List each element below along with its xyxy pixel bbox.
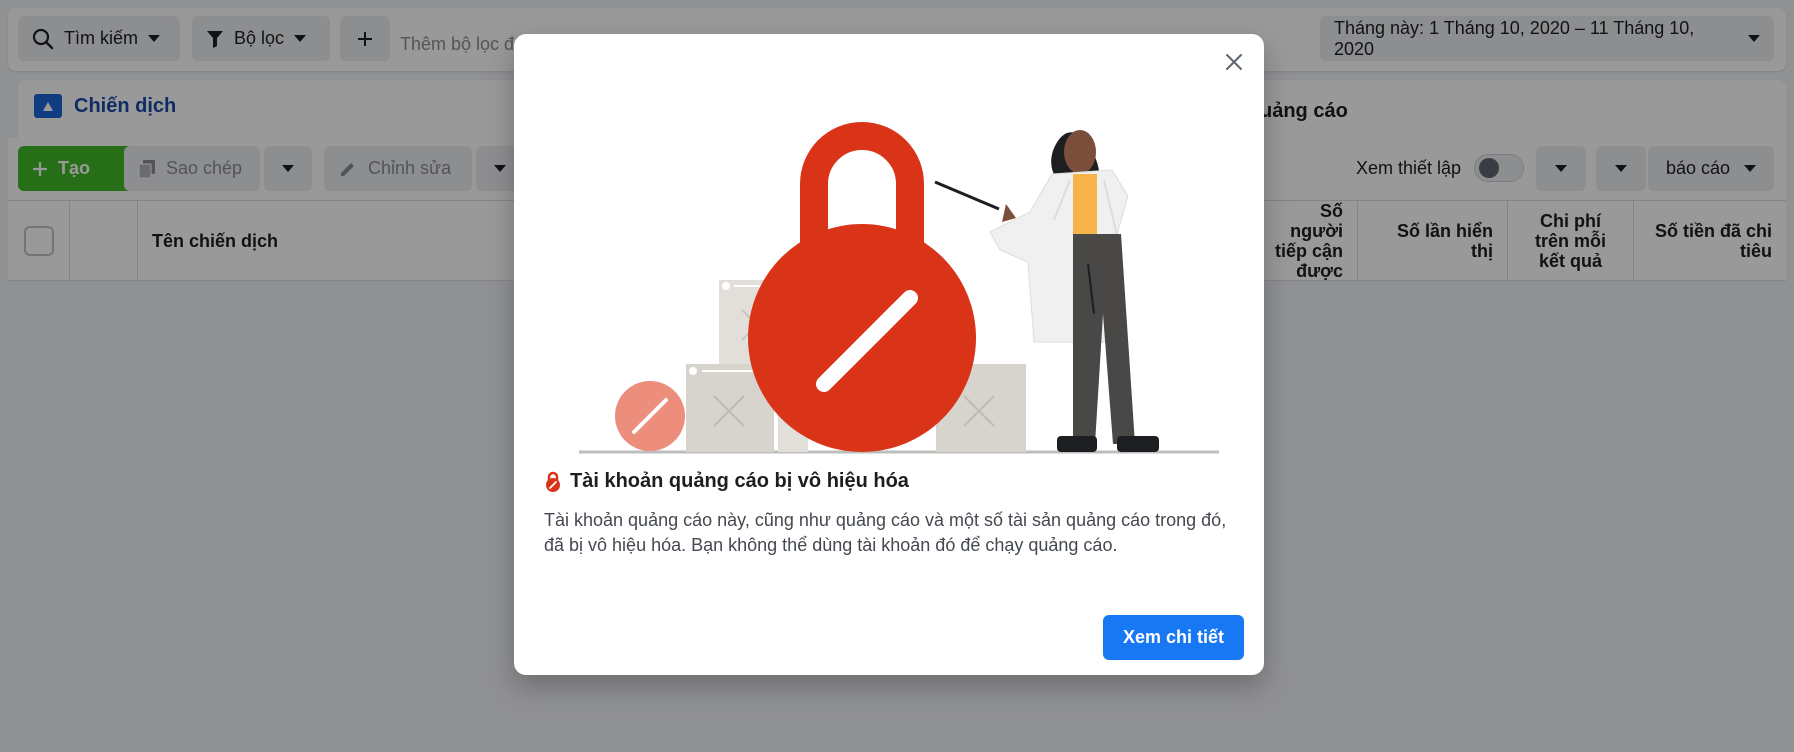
pointer-stick [934, 180, 1000, 211]
disabled-account-dialog: Tài khoản quảng cáo bị vô hiệu hóa Tài k… [514, 34, 1264, 675]
dialog-title-row: Tài khoản quảng cáo bị vô hiệu hóa [544, 470, 909, 493]
hand [1002, 204, 1016, 222]
dialog-title: Tài khoản quảng cáo bị vô hiệu hóa [570, 470, 909, 492]
view-details-button[interactable]: Xem chi tiết [1102, 615, 1244, 660]
dialog-message: Tài khoản quảng cáo này, cũng như quảng … [544, 510, 1227, 555]
lock-icon [546, 471, 560, 492]
right-shoe [1117, 436, 1159, 452]
head [1064, 130, 1096, 174]
shirt [1073, 174, 1097, 234]
disabled-account-illustration [579, 122, 1219, 454]
left-shoe [1057, 436, 1097, 452]
small-disabled-badge [615, 381, 685, 451]
close-icon [1226, 54, 1242, 70]
